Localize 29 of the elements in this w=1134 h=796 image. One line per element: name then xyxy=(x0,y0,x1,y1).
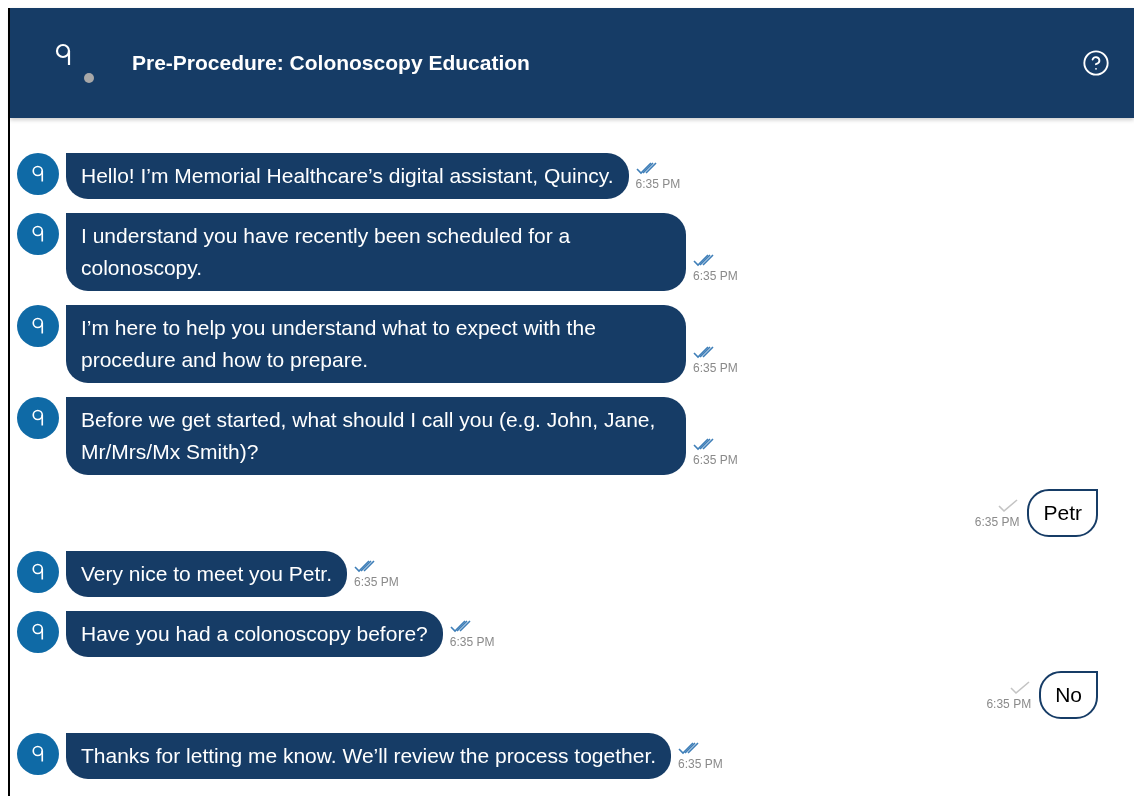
timestamp: 6:35 PM xyxy=(353,574,399,591)
assistant-message: Before we get started, what should I call you (e.g. John, Jane, Mr/Mrs/Mx Smith)? xyxy=(66,397,686,475)
timestamp: 6:35 PM xyxy=(693,360,738,377)
assistant-message: I understand you have recently been scheduled for a colonoscopy. xyxy=(66,213,686,291)
q-glyph-icon xyxy=(30,623,46,641)
timestamp: 6:35 PM xyxy=(449,634,495,651)
assistant-message: Very nice to meet you Petr. xyxy=(66,551,347,597)
q-glyph-icon xyxy=(30,563,46,581)
q-glyph-icon xyxy=(30,225,46,243)
timestamp: 6:35 PM xyxy=(635,176,681,193)
timestamp: 6:35 PM xyxy=(693,268,738,285)
assistant-message: I’m here to help you understand what to expect with the procedure and how to prepare. xyxy=(66,305,686,383)
q-glyph-icon xyxy=(30,745,46,763)
timestamp: 6:35 PM xyxy=(678,756,723,773)
chat-title: Pre-Procedure: Colonoscopy Education xyxy=(132,50,530,77)
assistant-message: Have you had a colonoscopy before? xyxy=(66,611,443,657)
help-icon xyxy=(1082,49,1110,77)
timestamp: 6:35 PM xyxy=(974,514,1020,531)
q-glyph-icon xyxy=(30,165,46,183)
q-glyph-icon xyxy=(30,409,46,427)
help-button[interactable] xyxy=(1082,49,1110,77)
q-glyph-icon xyxy=(30,317,46,335)
timestamp: 6:35 PM xyxy=(986,696,1032,713)
assistant-message: Hello! I’m Memorial Healthcare’s digital assistant, Quincy. xyxy=(66,153,629,199)
user-message: No xyxy=(1039,671,1098,719)
assistant-message: Thanks for letting me know. We’ll review the process together. xyxy=(66,733,672,779)
timestamp: 6:35 PM xyxy=(693,452,738,469)
user-message: Petr xyxy=(1027,489,1098,537)
logo-icon xyxy=(54,43,94,83)
